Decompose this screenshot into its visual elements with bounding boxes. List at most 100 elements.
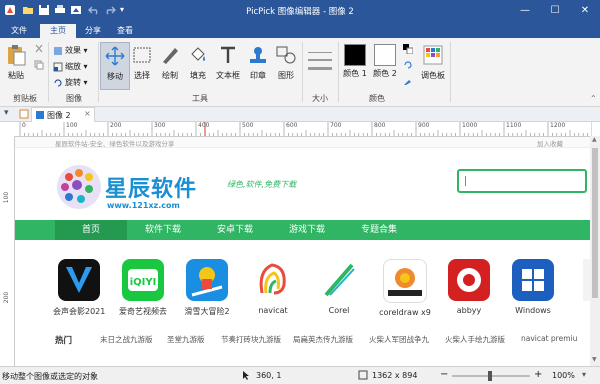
tab-list-icon[interactable]: ▾ [4,108,9,118]
zoom-out-icon[interactable]: − [440,369,448,380]
vertical-scrollbar[interactable]: ▲ ▼ [590,136,600,366]
ribbon: 粘贴 剪贴板 效果 ▾ 缩放 ▾ 旋转 ▾ 图像 移动 选择 绘制 填充 文本框… [0,38,600,107]
image-canvas[interactable]: 星辰软件站-安全、绿色软件以及游戏分享 加入收藏 星辰软件 www.121xz.… [15,137,590,365]
nav-topics[interactable]: 专题合集 [343,220,415,240]
hot-link[interactable]: 圣堂九游版 [167,334,205,345]
nav-home[interactable]: 首页 [55,220,127,240]
hot-link[interactable]: 局扁英杰传九游版 [293,334,353,345]
tab-image-2-label: 图像 2 [47,111,71,120]
zoom-slider-thumb[interactable] [488,371,492,381]
tab-image-2[interactable]: 图像 2 × [31,107,95,122]
tab-home[interactable]: 主页 [40,24,76,38]
app-item[interactable]: iQIYI 爱奇艺视频去 [117,259,169,317]
color2-label: 颜色 2 [373,69,397,78]
zoom-dropdown-icon[interactable]: ▾ [582,370,586,379]
ruler-label: 600 [286,122,298,129]
close-button[interactable]: ✕ [570,0,600,22]
fill-label: 填充 [190,71,206,80]
app-item[interactable]: abbyy [443,259,495,315]
ribbon-divider [338,42,339,102]
palette-button[interactable]: 调色板 [418,42,448,88]
rotate-button[interactable]: 旋转 ▾ [53,76,88,90]
close-tab-icon[interactable]: × [84,109,91,118]
site-logo-icon [57,165,101,209]
color2-button[interactable]: 颜色 2 [370,42,400,88]
zoom-in-icon[interactable]: + [534,369,542,380]
app-name: Corel [328,306,350,315]
tab-view[interactable]: 查看 [110,24,140,38]
app-ski-icon [186,259,228,301]
nav-games[interactable]: 游戏下载 [271,220,343,240]
scroll-down-icon[interactable]: ▼ [592,356,597,363]
stamp-label: 印章 [250,71,266,80]
move-icon [105,46,125,66]
ruler-label: 900 [418,122,430,129]
app-item[interactable]: navicat [247,259,299,315]
ribbon-collapse-icon[interactable]: ⌃ [590,94,597,103]
ruler-label: 100 [66,122,78,129]
hot-link[interactable]: 火柴人手绘九游版 [445,334,505,345]
paste-icon [8,45,26,66]
paste-button[interactable]: 粘贴 [3,42,29,88]
app-item[interactable]: Corel [313,259,365,315]
text-label: 文本框 [216,71,240,80]
horizontal-ruler: 0 100 200 300 400 500 600 700 800 900 1000 1100 1200 [14,122,592,137]
app-item[interactable]: 会声会影2021 [53,259,105,317]
resize-button[interactable]: 缩放 ▾ [53,60,88,74]
draw-label: 绘制 [162,71,178,80]
hot-link[interactable]: 末日之战九游版 [100,334,153,345]
fill-tool-button[interactable]: 填充 [184,42,212,88]
draw-tool-button[interactable]: 绘制 [156,42,184,88]
rotate-label: 旋转 [65,78,81,87]
color2-swatch [374,44,396,66]
minimize-button[interactable]: — [510,0,540,22]
scroll-up-icon[interactable]: ▲ [592,136,597,143]
cursor-icon [243,371,249,380]
effects-button[interactable]: 效果 ▾ [53,44,88,58]
copy-icon[interactable] [34,60,44,70]
color-swap-icon[interactable] [403,44,413,54]
app-name: 会声会影2021 [53,307,106,316]
ruler-label: 1200 [550,122,566,129]
group-image-label: 图像 [66,94,82,103]
tab-file[interactable]: 文件 [2,24,36,38]
select-tool-button[interactable]: 选择 [128,42,156,88]
site-search-input[interactable] [457,169,587,193]
nav-android[interactable]: 安卓下载 [199,220,271,240]
color1-button[interactable]: 颜色 1 [340,42,370,88]
stamp-tool-button[interactable]: 印章 [244,42,272,88]
document-tab-bar: ▾ 图像 2 × [0,107,600,122]
rotate-icon [54,78,62,87]
zoom-level[interactable]: 100% [552,371,575,380]
line-size-picker[interactable] [308,46,332,80]
text-icon [221,46,235,63]
text-tool-button[interactable]: 文本框 [212,42,244,88]
app-name: Windows [515,306,551,315]
move-tool-button[interactable]: 移动 [100,42,130,90]
refresh-icon[interactable] [403,60,413,70]
tab-share[interactable]: 分享 [78,24,108,38]
group-clipboard-label: 剪贴板 [13,94,37,103]
ruler-label: 0 [22,122,26,129]
eyedropper-icon[interactable] [403,76,413,86]
maximize-button[interactable]: ☐ [540,0,570,22]
cut-icon[interactable] [34,44,44,54]
new-image-icon[interactable] [19,109,29,119]
v-ruler-label: 200 [3,291,11,304]
app-item[interactable]: Windows [507,259,559,315]
status-bar: 移动整个图像或选定的对象 360, 1 1362 x 894 − + 100% … [0,366,600,384]
scroll-thumb[interactable] [592,148,598,298]
app-item[interactable]: coreldraw x9 [379,259,431,317]
select-icon [133,47,151,63]
hot-link[interactable]: 节奏打砖块九游版 [221,334,281,345]
shape-tool-button[interactable]: 图形 [272,42,300,88]
ribbon-tab-bar: 文件 主页 分享 查看 [0,22,600,38]
nav-software[interactable]: 软件下载 [127,220,199,240]
add-favorite-link[interactable]: 加入收藏 [537,138,563,148]
hot-link[interactable]: navicat premiu [521,334,577,343]
ruler-label: 1100 [506,122,522,129]
zoom-slider[interactable] [452,371,530,381]
hot-link[interactable]: 火柴人军团战争九 [369,334,429,345]
cursor-position: 360, 1 [256,371,282,380]
app-item[interactable]: 滑雪大冒险2 [181,259,233,317]
